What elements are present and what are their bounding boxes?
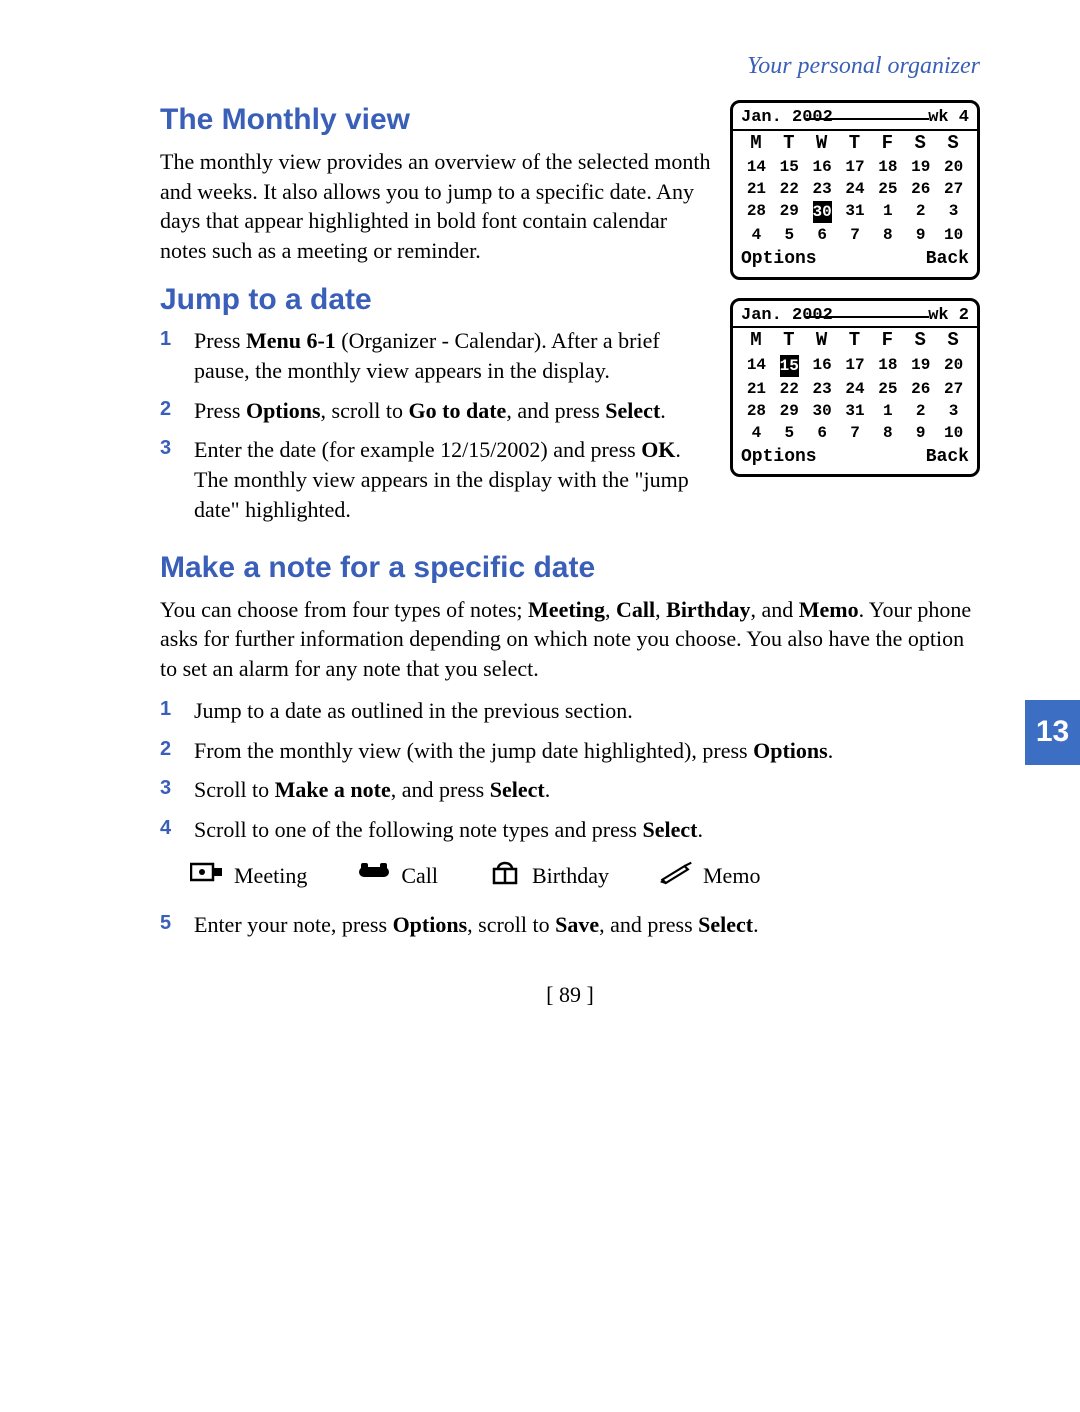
step-text: Press Options, scroll to Go to date, and… [194,396,715,426]
step-text: From the monthly view (with the jump dat… [194,736,980,766]
note-type-label: Memo [703,861,760,891]
phone2-day-headers: MTWTFSS [741,328,969,354]
list-item: 4 Scroll to one of the following note ty… [160,815,980,845]
step-text: Press Menu 6-1 (Organizer - Calendar). A… [194,326,715,385]
step-number: 4 [160,815,194,845]
phone1-week: wk 4 [928,107,969,128]
phone2-week: wk 2 [928,305,969,326]
chapter-tab: 13 [1025,700,1080,765]
step-text: Jump to a date as outlined in the previo… [194,696,980,726]
section-header: Your personal organizer [160,50,980,82]
step-number: 3 [160,435,194,524]
list-item: 1 Jump to a date as outlined in the prev… [160,696,980,726]
list-item: 2 From the monthly view (with the jump d… [160,736,980,766]
step-number: 2 [160,736,194,766]
meeting-icon [190,859,224,893]
step-number: 5 [160,910,194,940]
note-type-label: Call [401,861,438,891]
phone2-options-softkey: Options [741,446,817,469]
note-type-call: Call [357,859,438,893]
make-note-steps-cont: 5 Enter your note, press Options, scroll… [160,910,980,940]
step-number: 1 [160,326,194,385]
note-type-birthday: Birthday [488,859,609,893]
phone1-month: Jan. 2002 [741,107,833,128]
phone2-month: Jan. 2002 [741,305,833,326]
page-number: [ 89 ] [160,980,980,1010]
phone1-day-headers: MTWTFSS [741,131,969,157]
phone-screenshot-monthly-wk2: Jan. 2002 wk 2 MTWTFSS 14151617181920212… [730,298,980,478]
step-number: 2 [160,396,194,426]
call-icon [357,859,391,893]
list-item: 2 Press Options, scroll to Go to date, a… [160,396,715,426]
step-number: 3 [160,775,194,805]
phone1-back-softkey: Back [926,248,969,271]
make-note-steps: 1 Jump to a date as outlined in the prev… [160,696,980,845]
phone-screenshot-monthly-wk4: Jan. 2002 wk 4 MTWTFSS 14151617181920212… [730,100,980,280]
list-item: 1 Press Menu 6-1 (Organizer - Calendar).… [160,326,715,385]
step-text: Enter your note, press Options, scroll t… [194,910,980,940]
list-item: 3 Enter the date (for example 12/15/2002… [160,435,715,524]
note-type-memo: Memo [659,859,760,893]
step-text: Scroll to Make a note, and press Select. [194,775,980,805]
memo-icon [659,859,693,893]
note-type-row: Meeting Call Birthday Memo [190,859,980,893]
make-note-intro: You can choose from four types of notes;… [160,595,980,684]
note-type-meeting: Meeting [190,859,307,893]
heading-make-note: Make a note for a specific date [160,548,980,589]
list-item: 3 Scroll to Make a note, and press Selec… [160,775,980,805]
step-number: 1 [160,696,194,726]
step-text: Scroll to one of the following note type… [194,815,980,845]
list-item: 5 Enter your note, press Options, scroll… [160,910,980,940]
phone1-options-softkey: Options [741,248,817,271]
step-text: Enter the date (for example 12/15/2002) … [194,435,715,524]
birthday-icon [488,859,522,893]
note-type-label: Meeting [234,861,307,891]
note-type-label: Birthday [532,861,609,891]
phone2-grid: 1415161718192021222324252627282930311234… [741,354,969,444]
phone2-back-softkey: Back [926,446,969,469]
phone1-grid: 1415161718192021222324252627282930311234… [741,156,969,246]
